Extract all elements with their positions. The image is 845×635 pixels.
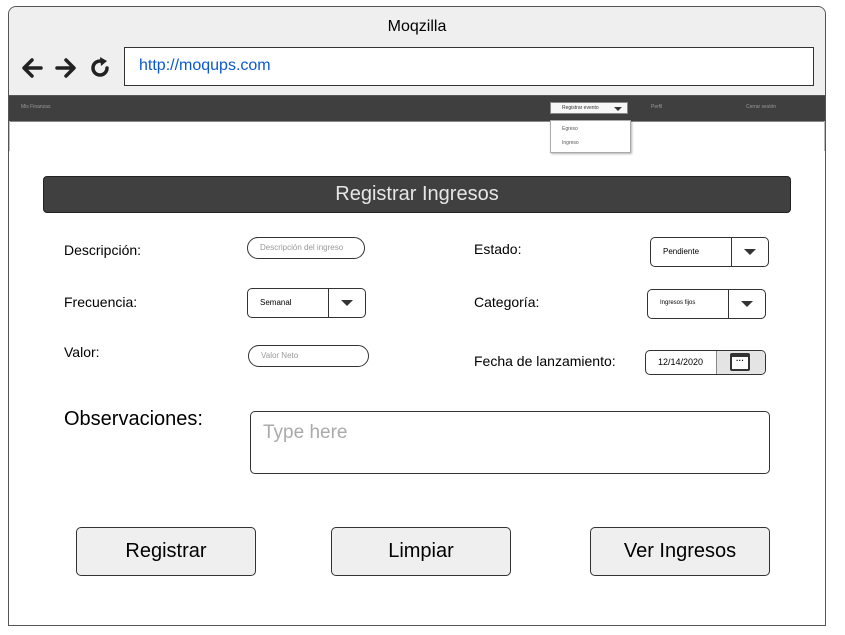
categoria-label: Categoría: — [474, 294, 540, 310]
reload-icon[interactable] — [87, 55, 113, 81]
forward-arrow-icon[interactable] — [53, 55, 79, 81]
register-event-label: Registrar evento — [562, 105, 599, 111]
estado-select[interactable]: Pendiente — [650, 237, 769, 267]
window-title: Moqzilla — [387, 18, 447, 35]
estado-dropdown-button[interactable] — [731, 238, 768, 266]
navigation-controls — [19, 53, 113, 83]
valor-input[interactable]: Valor Neto — [248, 345, 369, 367]
chevron-down-icon — [341, 300, 353, 306]
chevron-down-icon — [744, 249, 756, 255]
nav-logout-link[interactable]: Cerrar sesión — [746, 104, 776, 110]
observaciones-label: Observaciones: — [64, 408, 203, 430]
fecha-date-picker[interactable]: 12/14/2020 ··· — [645, 350, 766, 375]
registrar-button[interactable]: Registrar — [76, 527, 256, 576]
valor-label: Valor: — [64, 344, 100, 360]
descripcion-input[interactable]: Descripción del ingreso — [247, 237, 365, 259]
menu-item-egreso[interactable]: Egreso — [562, 126, 578, 132]
frecuencia-dropdown-button[interactable] — [328, 289, 365, 317]
calendar-icon: ··· — [730, 353, 750, 371]
app-nav-bar: Mis Finanzas Registrar evento Perfil Cer… — [9, 96, 825, 122]
descripcion-label: Descripción: — [64, 242, 142, 258]
back-arrow-icon[interactable] — [19, 55, 45, 81]
chevron-down-icon — [614, 107, 622, 111]
fecha-value: 12/14/2020 — [658, 357, 704, 367]
frecuencia-select[interactable]: Semanal — [247, 288, 366, 318]
observaciones-textarea[interactable]: Type here — [250, 411, 770, 474]
page-right-border — [824, 121, 825, 151]
page-left-border — [9, 121, 10, 151]
estado-label: Estado: — [474, 241, 522, 257]
browser-window: Moqzilla http://moqups.com Mis Finanzas … — [8, 6, 826, 626]
categoria-dropdown-button[interactable] — [728, 290, 765, 318]
estado-value: Pendiente — [663, 247, 700, 256]
frecuencia-value: Semanal — [260, 298, 292, 307]
address-bar[interactable]: http://moqups.com — [124, 47, 814, 86]
nav-perfil-link[interactable]: Perfil — [651, 104, 662, 110]
menu-item-ingreso[interactable]: Ingreso — [562, 140, 579, 146]
register-event-menu: Egreso Ingreso — [550, 120, 631, 153]
nav-brand[interactable]: Mis Finanzas — [21, 104, 50, 110]
ver-ingresos-button[interactable]: Ver Ingresos — [590, 527, 770, 576]
categoria-select[interactable]: Ingresos fijos — [647, 289, 766, 319]
limpiar-button[interactable]: Limpiar — [331, 527, 511, 576]
fecha-label: Fecha de lanzamiento: — [474, 353, 616, 369]
browser-titlebar: Moqzilla http://moqups.com — [9, 7, 825, 96]
register-event-dropdown[interactable]: Registrar evento — [550, 102, 628, 114]
form-header: Registrar Ingresos — [43, 176, 791, 213]
categoria-value: Ingresos fijos — [660, 300, 696, 306]
chevron-down-icon — [741, 301, 753, 307]
frecuencia-label: Frecuencia: — [64, 294, 138, 310]
calendar-button[interactable]: ··· — [716, 351, 765, 374]
